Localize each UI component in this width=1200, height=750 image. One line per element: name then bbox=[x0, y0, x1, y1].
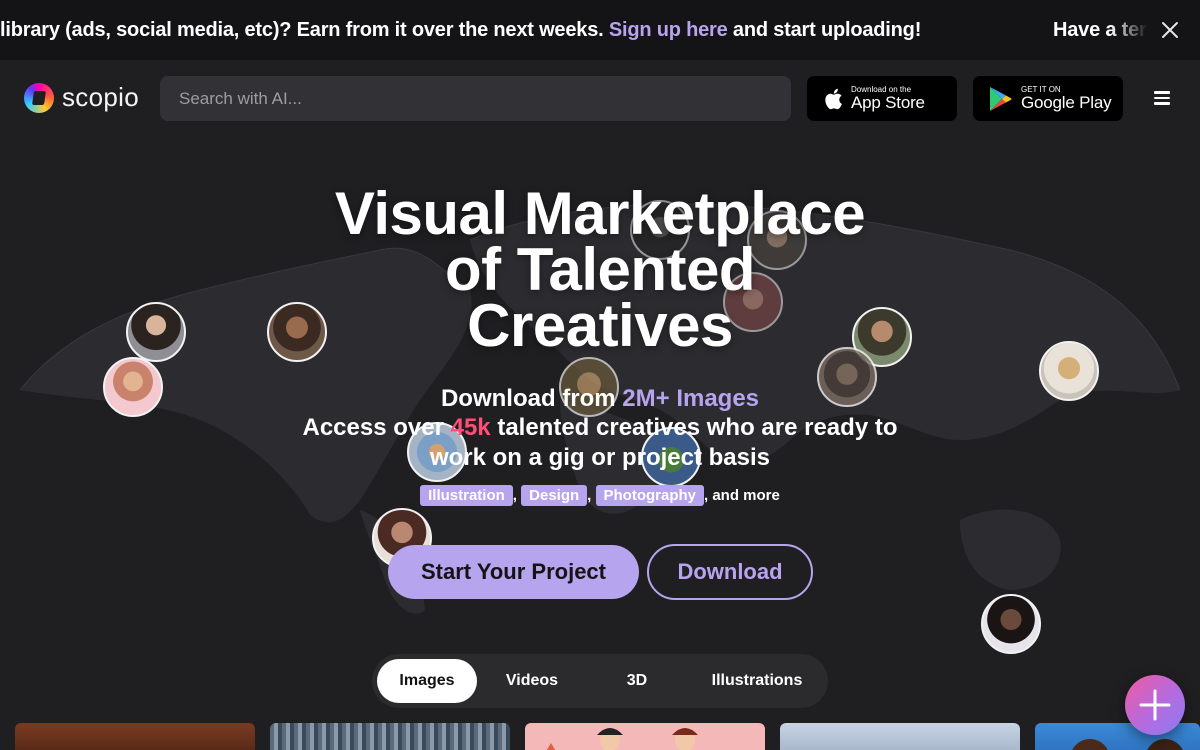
creative-avatar[interactable] bbox=[126, 302, 186, 362]
tab-videos[interactable]: Videos bbox=[482, 659, 582, 703]
creative-avatar[interactable] bbox=[981, 594, 1041, 654]
app-store-big: App Store bbox=[851, 93, 925, 112]
gallery-thumbnail[interactable] bbox=[525, 723, 765, 750]
tab-illustrations[interactable]: Illustrations bbox=[692, 659, 822, 703]
gallery-thumbnail[interactable] bbox=[15, 723, 255, 750]
hero-title-line: Visual Marketplace bbox=[334, 180, 866, 247]
logo-icon bbox=[24, 82, 54, 113]
start-project-button[interactable]: Start Your Project bbox=[388, 545, 639, 599]
hero-title-line: of Talented bbox=[444, 236, 756, 303]
google-play-icon bbox=[990, 86, 1012, 111]
menu-icon-bar bbox=[1154, 91, 1170, 94]
close-icon bbox=[1162, 22, 1178, 38]
hero-title: Visual Marketplace of Talented Creatives bbox=[250, 180, 950, 359]
logo-text: scopio bbox=[62, 82, 139, 112]
creatives-count: 45k bbox=[450, 414, 491, 441]
apple-icon bbox=[825, 88, 842, 109]
app-store-button[interactable]: Download on the App Store bbox=[807, 76, 957, 121]
tab-images[interactable]: Images bbox=[377, 659, 477, 703]
announcement-banner: library (ads, social media, etc)? Earn f… bbox=[0, 0, 1200, 60]
menu-icon-bar bbox=[1154, 102, 1170, 105]
tag-illustration[interactable]: Illustration bbox=[420, 485, 513, 506]
banner-message: library (ads, social media, etc)? Earn f… bbox=[0, 19, 921, 42]
tags-suffix: , and more bbox=[704, 487, 780, 504]
category-tags: Illustration, Design, Photography, and m… bbox=[250, 485, 950, 506]
banner-text-after: and start uploading! bbox=[727, 19, 922, 41]
download-button[interactable]: Download bbox=[647, 544, 813, 600]
creative-avatar[interactable] bbox=[1039, 341, 1099, 401]
hero-subtitle-creatives: Access over 45k talented creatives who a… bbox=[300, 413, 900, 473]
tag-photography[interactable]: Photography bbox=[595, 485, 704, 506]
google-play-button[interactable]: GET IT ON Google Play bbox=[973, 76, 1123, 121]
downloads-prefix: Download from bbox=[440, 385, 623, 412]
menu-icon-bar bbox=[1154, 96, 1170, 99]
hero-title-line: Creatives bbox=[467, 292, 733, 359]
banner-signup-link[interactable]: Sign up here bbox=[609, 19, 728, 41]
search-input[interactable] bbox=[160, 76, 791, 121]
hamburger-menu-button[interactable] bbox=[1150, 88, 1174, 110]
creatives-suffix: talented creatives who are ready to work… bbox=[429, 414, 898, 471]
banner-text-before: library (ads, social media, etc)? Earn f… bbox=[0, 19, 609, 41]
scopio-logo[interactable]: scopio bbox=[24, 82, 139, 113]
tag-design[interactable]: Design bbox=[521, 485, 588, 506]
banner-close-button[interactable] bbox=[1156, 16, 1184, 44]
site-header: scopio Download on the App Store GET IT … bbox=[0, 60, 1200, 140]
google-play-big: Google Play bbox=[1021, 93, 1112, 112]
downloads-count: 2M+ Images bbox=[622, 385, 760, 412]
banner-tail-text: Have a ter bbox=[1053, 19, 1147, 41]
illustration-preview bbox=[546, 728, 698, 750]
creatives-prefix: Access over bbox=[302, 414, 451, 441]
hero-subtitle-downloads: Download from 2M+ Images bbox=[250, 384, 950, 414]
plus-icon bbox=[1139, 689, 1171, 721]
media-type-tabs: Images Videos 3D Illustrations bbox=[372, 654, 828, 708]
gallery-thumbnail[interactable] bbox=[780, 723, 1020, 750]
upload-fab-button[interactable] bbox=[1125, 675, 1185, 735]
tab-3d[interactable]: 3D bbox=[587, 659, 687, 703]
gallery-thumbnail[interactable] bbox=[270, 723, 510, 750]
creative-avatar[interactable] bbox=[103, 357, 163, 417]
